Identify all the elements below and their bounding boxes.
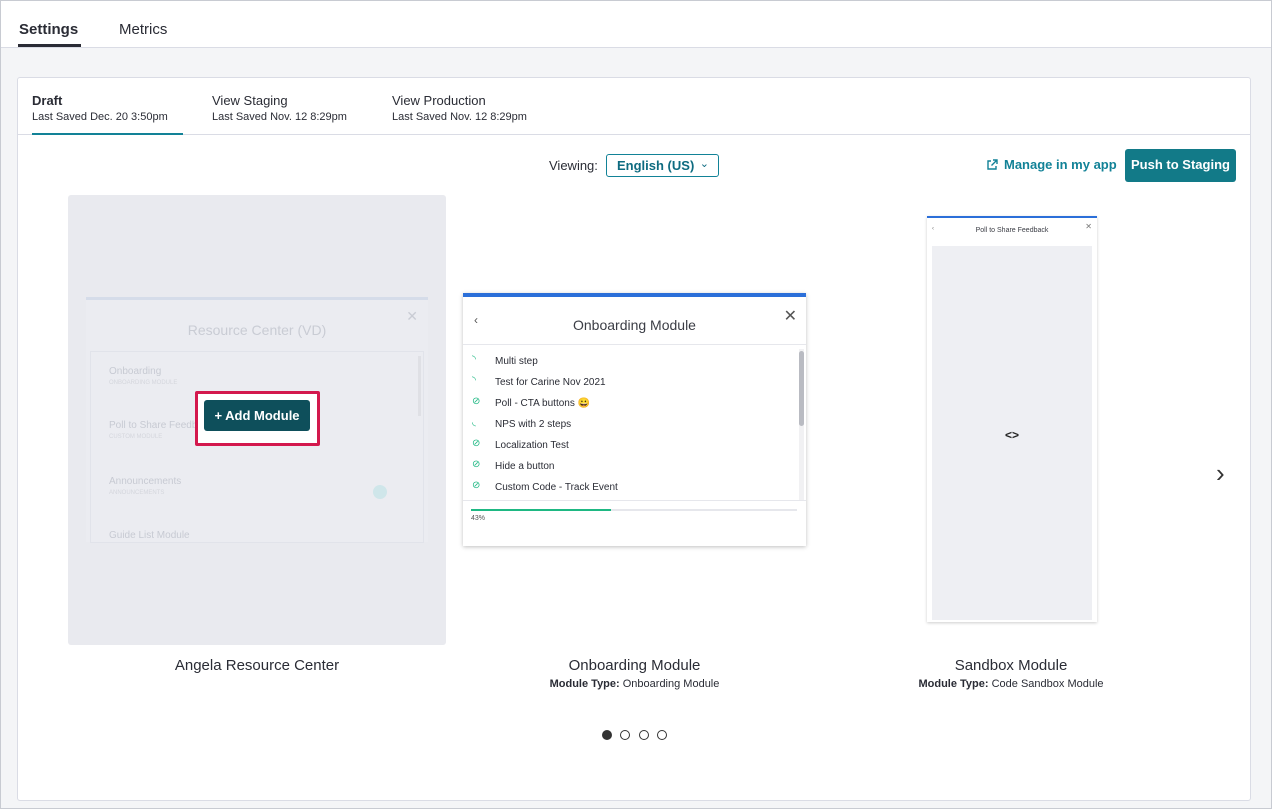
resource-center-name: Angela Resource Center <box>174 657 340 674</box>
version-tab-bar: Draft Last Saved Dec. 20 3:50pm View Sta… <box>18 78 1250 135</box>
chevron-right-icon[interactable]: › <box>1216 458 1225 489</box>
progress-fill <box>471 509 612 511</box>
rc-item-sub: ANNOUNCEMENTS <box>109 490 165 496</box>
module-type-label: Module Type: <box>549 678 620 690</box>
pagination-dot[interactable] <box>602 730 612 740</box>
top-tab-bar: Settings Metrics <box>1 1 1271 48</box>
active-version-indicator <box>32 133 183 135</box>
language-select-value: English (US) <box>617 158 695 173</box>
tab-view-staging[interactable]: View Staging Last Saved Nov. 12 8:29pm <box>212 93 347 123</box>
sandbox-module-type: Module Type: Code Sandbox Module <box>861 678 1161 690</box>
manage-in-app-label: Manage in my app <box>1004 157 1117 172</box>
sandbox-module-preview[interactable]: ‹ Poll to Share Feedback ✕ <> <box>927 216 1097 622</box>
tab-production-title: View Production <box>392 93 486 108</box>
guide-label: Test for Carine Nov 2021 <box>495 377 606 388</box>
check-circle-icon: ⊘ <box>472 459 481 470</box>
tab-draft-saved: Last Saved Dec. 20 3:50pm <box>32 111 168 123</box>
resource-center-card[interactable]: Resource Center (VD) ✕ Onboarding ONBOAR… <box>68 195 446 645</box>
module-type-value: Code Sandbox Module <box>991 678 1104 690</box>
chevron-down-icon: ⌄ <box>699 158 709 170</box>
add-module-highlight: + Add Module <box>195 391 320 446</box>
module-type-label: Module Type: <box>918 678 989 690</box>
active-tab-indicator <box>18 44 81 47</box>
rc-badge-dot <box>373 485 387 499</box>
onboarding-module-type: Module Type: Onboarding Module <box>463 678 806 690</box>
guide-label: Custom Code - Track Event <box>495 482 618 493</box>
rc-list-item: Announcements ANNOUNCEMENTS <box>109 476 181 496</box>
language-select[interactable]: English (US) ⌄ <box>606 154 719 177</box>
list-item: ⊘ Custom Code - Track Event <box>463 477 793 498</box>
rc-list-item: Guide List Module <box>109 530 190 541</box>
pagination-dot[interactable] <box>639 730 649 740</box>
viewing-label: Viewing: <box>549 158 598 173</box>
pagination-dot[interactable] <box>620 730 630 740</box>
close-icon: ✕ <box>1085 222 1092 231</box>
push-to-staging-button[interactable]: Push to Staging <box>1125 149 1236 182</box>
tab-staging-saved: Last Saved Nov. 12 8:29pm <box>212 111 347 123</box>
module-panel: Draft Last Saved Dec. 20 3:50pm View Sta… <box>17 77 1251 801</box>
guide-label: NPS with 2 steps <box>495 419 572 430</box>
external-link-icon <box>987 159 998 170</box>
divider <box>463 344 806 345</box>
rc-item-label: Announcements <box>109 476 182 487</box>
list-item: ⊘ Hide a button <box>463 456 793 477</box>
partial-progress-icon: ◟ <box>472 417 476 428</box>
rc-module-list: Onboarding ONBOARDING MODULE Poll to Sha… <box>90 351 424 543</box>
tab-view-production[interactable]: View Production Last Saved Nov. 12 8:29p… <box>392 93 527 123</box>
rc-item-label: Onboarding <box>109 366 162 377</box>
onboarding-module-preview[interactable]: ‹ Onboarding Module ✕ ◝ Multi step ◝ Tes… <box>463 293 806 546</box>
guide-label: Poll - CTA buttons 😀 <box>495 398 591 409</box>
list-item: ◝ Test for Carine Nov 2021 <box>463 372 793 393</box>
rc-list-item: Onboarding ONBOARDING MODULE <box>109 366 177 386</box>
guide-label: Hide a button <box>495 461 555 472</box>
tab-metrics[interactable]: Metrics <box>119 21 167 38</box>
code-icon: <> <box>1004 428 1019 442</box>
tab-staging-title: View Staging <box>212 93 288 108</box>
list-item: ◝ Multi step <box>463 351 793 372</box>
list-item: ◟ NPS with 2 steps <box>463 414 793 435</box>
divider <box>463 500 806 501</box>
scrollbar-thumb[interactable] <box>799 351 804 426</box>
sandbox-preview-title: Poll to Share Feedback <box>975 227 1049 234</box>
tab-draft[interactable]: Draft Last Saved Dec. 20 3:50pm <box>32 93 168 123</box>
check-circle-icon: ⊘ <box>472 438 481 449</box>
tab-draft-title: Draft <box>32 93 63 108</box>
tab-production-saved: Last Saved Nov. 12 8:29pm <box>392 111 527 123</box>
add-module-button[interactable]: + Add Module <box>204 400 310 431</box>
rc-item-label: Guide List Module <box>109 530 190 541</box>
progress-bar <box>471 509 797 511</box>
manage-in-app-link[interactable]: Manage in my app <box>986 157 1117 172</box>
module-type-value: Onboarding Module <box>622 678 720 690</box>
list-item: ⊘ Poll - CTA buttons 😀 <box>463 393 793 414</box>
onboarding-preview-title: Onboarding Module <box>573 317 696 333</box>
onboarding-module-name: Onboarding Module <box>568 657 701 674</box>
pagination-dot[interactable] <box>657 730 667 740</box>
rc-item-sub: ONBOARDING MODULE <box>109 380 178 386</box>
in-progress-icon: ◝ <box>472 375 476 386</box>
rc-preview-title: Resource Center (VD) <box>187 322 327 338</box>
close-icon: ✕ <box>406 308 418 324</box>
sandbox-module-name: Sandbox Module <box>954 657 1068 674</box>
progress-percent: 43% <box>471 515 486 522</box>
tab-settings[interactable]: Settings <box>19 21 78 38</box>
sandbox-body: <> <box>932 246 1092 620</box>
check-circle-icon: ⊘ <box>472 480 481 491</box>
guide-label: Multi step <box>495 356 538 367</box>
list-item: ⊘ Localization Test <box>463 435 793 456</box>
guide-label: Localization Test <box>495 440 569 451</box>
in-progress-icon: ◝ <box>472 354 476 365</box>
rc-scrollbar <box>418 356 421 416</box>
close-icon: ✕ <box>783 308 797 325</box>
check-circle-icon: ⊘ <box>472 396 481 407</box>
